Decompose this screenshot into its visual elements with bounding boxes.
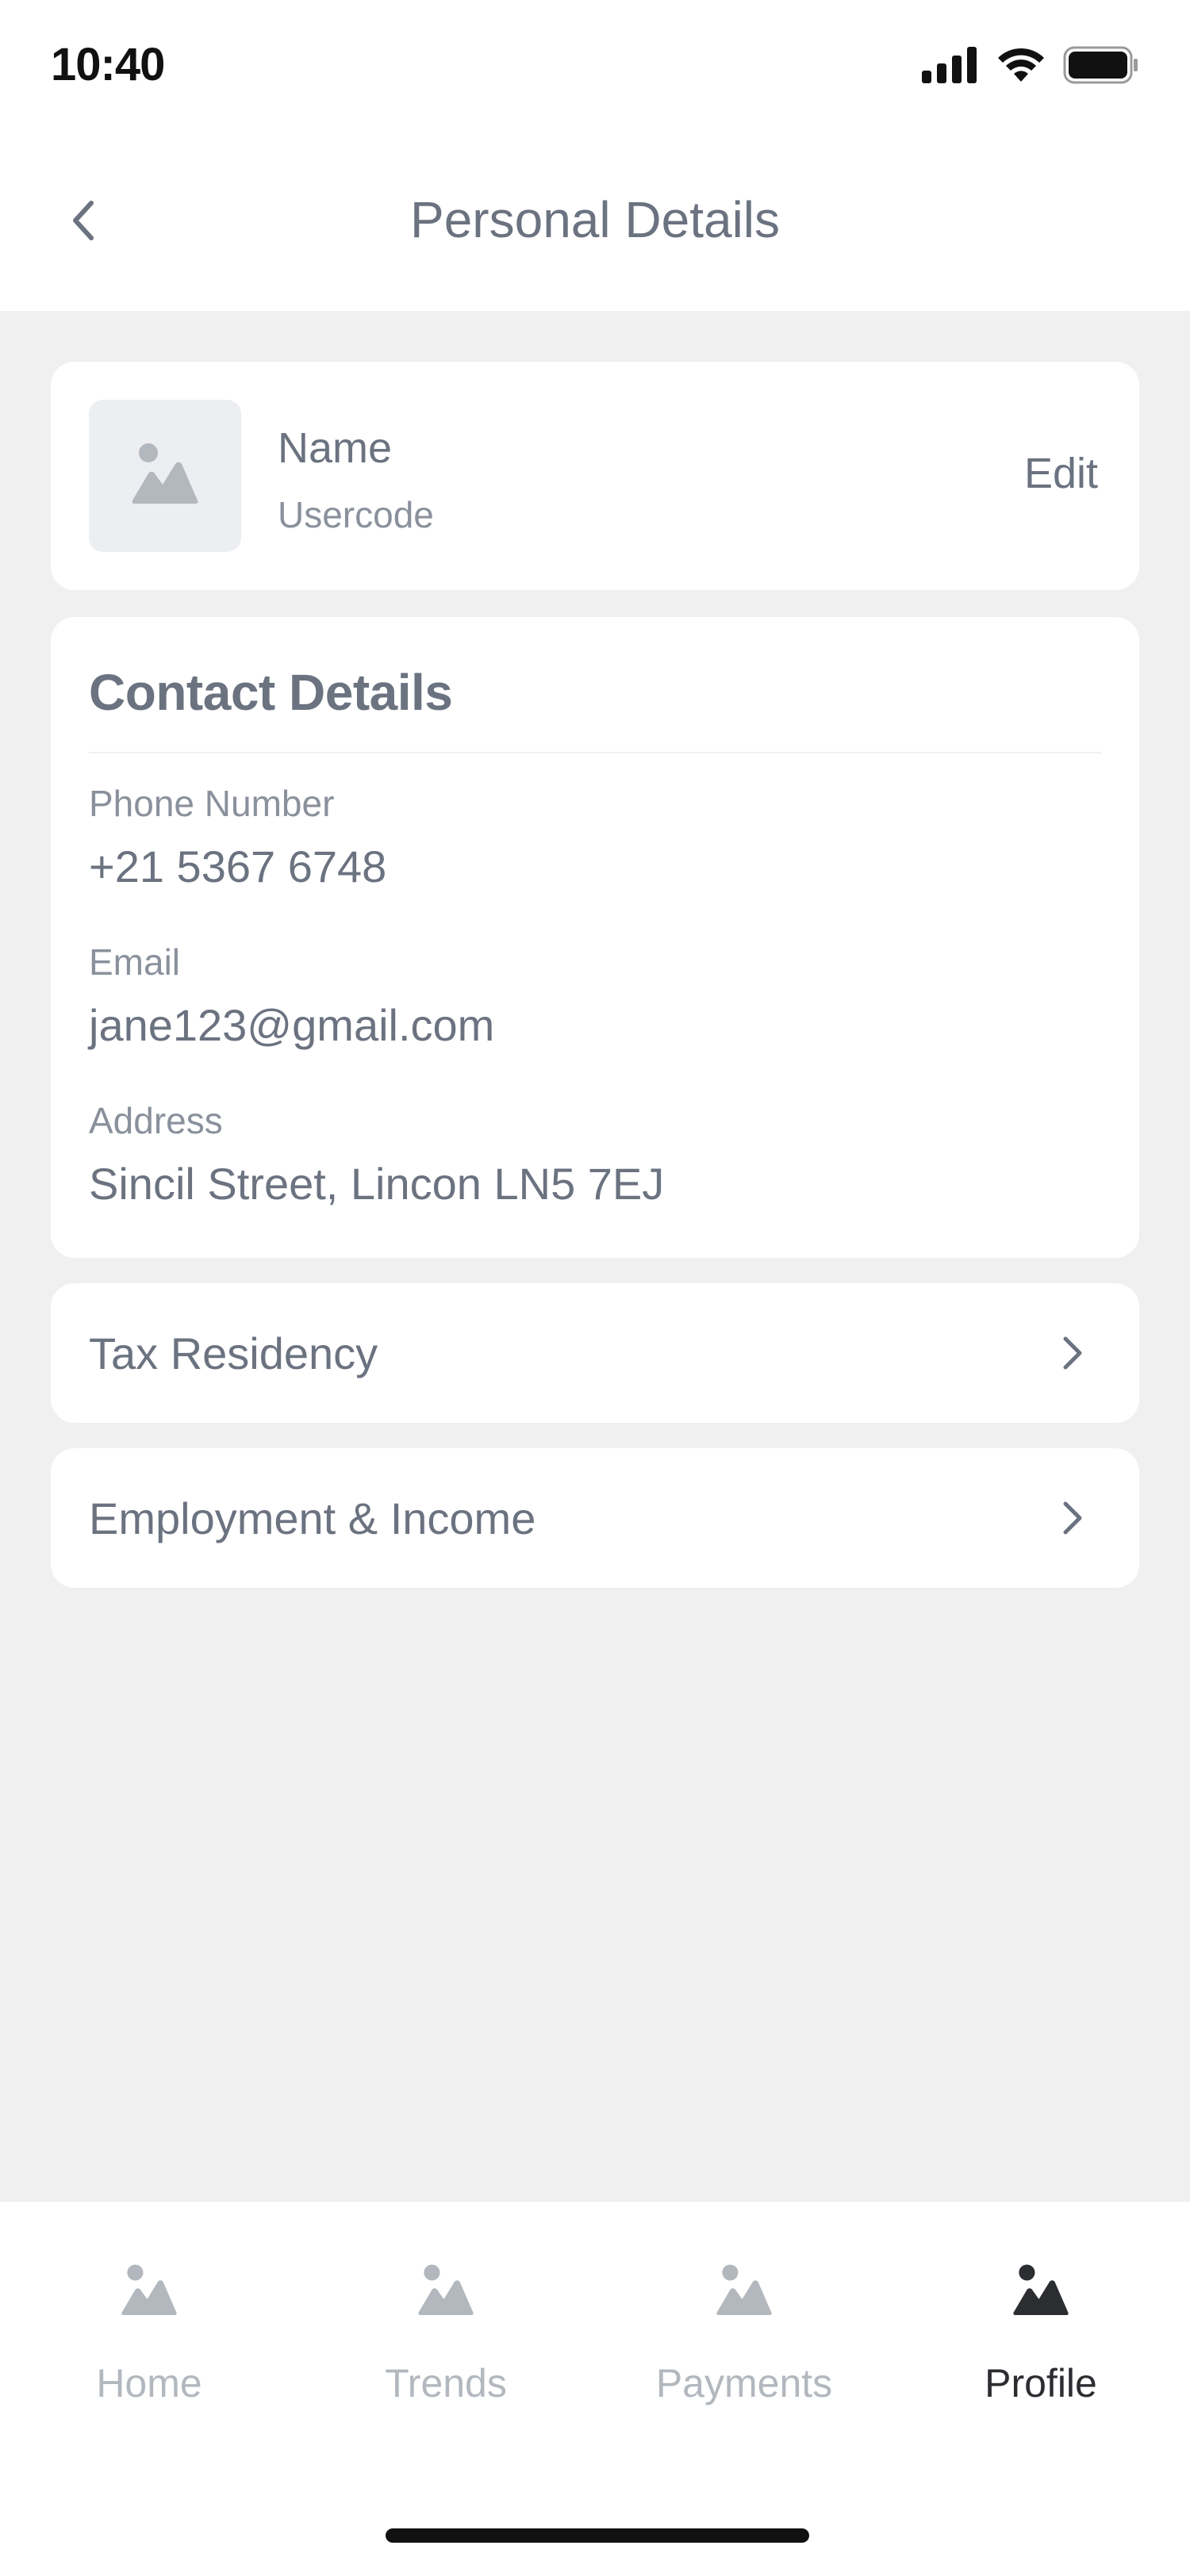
contact-details-card: Contact Details Phone Number +21 5367 67…	[51, 617, 1139, 1258]
tab-payments[interactable]: Payments	[625, 2262, 863, 2421]
profile-card: Name Usercode Edit	[51, 362, 1139, 590]
status-bar: 10:40	[0, 0, 1190, 135]
image-placeholder-icon	[327, 2262, 565, 2319]
tab-label: Payments	[655, 2361, 833, 2405]
address-label: Address	[89, 1100, 223, 1141]
nav-bar: Personal Details	[0, 135, 1190, 311]
image-placeholder-icon	[625, 2262, 863, 2319]
cellular-signal-icon	[922, 47, 979, 87]
row-label: Employment & Income	[89, 1493, 536, 1543]
chevron-right-icon	[1047, 1328, 1098, 1378]
tab-label: Home	[96, 2361, 202, 2405]
row-label: Tax Residency	[89, 1328, 378, 1378]
section-title: Contact Details	[89, 664, 453, 721]
battery-icon	[1063, 46, 1139, 88]
tab-home[interactable]: Home	[30, 2262, 268, 2421]
image-placeholder-icon	[131, 440, 199, 512]
email-value: jane123@gmail.com	[89, 1000, 495, 1050]
tab-trends[interactable]: Trends	[327, 2262, 565, 2421]
edit-button[interactable]: Edit	[1024, 449, 1098, 498]
home-indicator[interactable]	[386, 2528, 809, 2543]
phone-value: +21 5367 6748	[89, 841, 387, 891]
tab-label: Profile	[985, 2361, 1097, 2405]
profile-usercode: Usercode	[278, 494, 434, 535]
chevron-right-icon	[1047, 1493, 1098, 1543]
phone-label: Phone Number	[89, 783, 335, 824]
tab-bar: Home Trends Payments Profile	[0, 2202, 1190, 2576]
image-placeholder-icon	[922, 2262, 1160, 2319]
divider	[89, 752, 1101, 753]
tab-profile[interactable]: Profile	[922, 2262, 1160, 2421]
tab-label: Trends	[385, 2361, 507, 2405]
wifi-icon	[996, 47, 1046, 87]
page-title: Personal Details	[410, 191, 780, 248]
status-icons	[922, 46, 1139, 88]
image-placeholder-icon	[30, 2262, 268, 2319]
address-value: Sincil Street, Lincon LN5 7EJ	[89, 1159, 665, 1209]
profile-name: Name	[278, 424, 393, 472]
email-label: Email	[89, 941, 181, 983]
tax-residency-row[interactable]: Tax Residency	[51, 1283, 1139, 1423]
avatar[interactable]	[89, 400, 241, 552]
employment-income-row[interactable]: Employment & Income	[51, 1448, 1139, 1588]
status-time: 10:40	[51, 39, 165, 90]
